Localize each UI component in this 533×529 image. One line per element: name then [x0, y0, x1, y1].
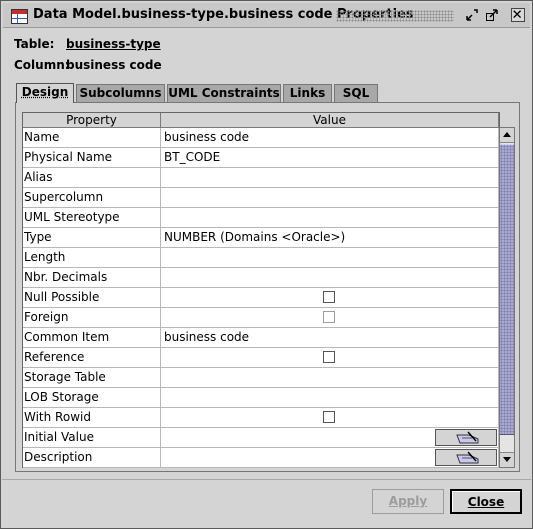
table-row[interactable]: Null Possible — [23, 288, 499, 308]
property-value-cell[interactable]: business code — [161, 328, 499, 348]
value-text: BT_CODE — [164, 150, 221, 164]
table-row[interactable]: Name business code — [23, 128, 499, 148]
property-value-cell[interactable]: BT_CODE — [161, 148, 499, 168]
property-name-cell: Storage Table — [23, 368, 161, 388]
table-label: Table: — [14, 37, 55, 51]
table-row[interactable]: Initial Value — [23, 428, 499, 448]
property-value-cell[interactable]: NUMBER (Domains <Oracle>) — [161, 228, 499, 248]
checkbox[interactable] — [323, 351, 335, 363]
table-row[interactable]: LOB Storage — [23, 388, 499, 408]
table-row[interactable]: Storage Table — [23, 368, 499, 388]
tab-uml-constraints[interactable]: UML Constraints — [167, 84, 281, 102]
value-text: business code — [164, 130, 250, 144]
value-text: NUMBER (Domains <Oracle>) — [164, 230, 346, 244]
checkbox — [323, 311, 335, 323]
table-row[interactable]: Supercolumn — [23, 188, 499, 208]
table-row[interactable]: Common Item business code — [23, 328, 499, 348]
tab-links[interactable]: Links — [283, 84, 332, 102]
table-body: Name business code Physical Name BT_CODE Ali… — [23, 128, 499, 468]
property-value-cell[interactable] — [161, 188, 499, 208]
minimize-icon[interactable] — [465, 8, 479, 22]
table-grid-icon — [11, 9, 28, 24]
column-header-property[interactable]: Property — [23, 113, 161, 128]
title-grip — [336, 10, 454, 22]
table-row[interactable]: UML Stereotype — [23, 208, 499, 228]
column-value: business code — [66, 58, 162, 72]
property-value-cell[interactable] — [161, 348, 499, 368]
property-value-cell[interactable] — [161, 388, 499, 408]
properties-table: Property Value Name business code Physical… — [22, 112, 500, 468]
property-name-cell: Alias — [23, 168, 161, 188]
property-name-cell: Description — [23, 448, 161, 468]
table-row[interactable]: With Rowid — [23, 408, 499, 428]
table-link[interactable]: business-type — [66, 37, 161, 51]
property-name-cell: Null Possible — [23, 288, 161, 308]
property-value-cell[interactable] — [161, 368, 499, 388]
property-name-cell: Length — [23, 248, 161, 268]
maximize-icon[interactable] — [485, 8, 499, 22]
property-value-cell[interactable] — [161, 288, 499, 308]
checkbox[interactable] — [323, 291, 335, 303]
property-value-cell[interactable] — [161, 208, 499, 228]
property-value-cell[interactable] — [161, 408, 499, 428]
edit-text-button[interactable] — [435, 449, 497, 466]
title-bar[interactable]: Data Model.business-type.business code P… — [3, 3, 530, 28]
property-name-cell: Physical Name — [23, 148, 161, 168]
close-icon[interactable] — [511, 8, 525, 22]
column-header-value[interactable]: Value — [161, 113, 499, 128]
property-name-cell: Reference — [23, 348, 161, 368]
property-value-cell[interactable] — [161, 308, 499, 328]
value-text: business code — [164, 330, 250, 344]
table-row[interactable]: Type NUMBER (Domains <Oracle>) — [23, 228, 499, 248]
scroll-down-button[interactable] — [500, 452, 514, 467]
property-value-cell[interactable] — [161, 168, 499, 188]
property-name-cell: Type — [23, 228, 161, 248]
apply-button[interactable]: Apply — [372, 489, 444, 514]
table-row[interactable]: Nbr. Decimals — [23, 268, 499, 288]
table-row[interactable]: Physical Name BT_CODE — [23, 148, 499, 168]
property-name-cell: With Rowid — [23, 408, 161, 428]
property-value-cell[interactable] — [161, 268, 499, 288]
property-value-cell[interactable] — [161, 248, 499, 268]
table-row[interactable]: Length — [23, 248, 499, 268]
table-header: Property Value — [23, 113, 499, 128]
properties-window: Data Model.business-type.business code P… — [0, 0, 533, 529]
tab-design[interactable]: Design — [16, 83, 74, 103]
property-name-cell: Common Item — [23, 328, 161, 348]
property-value-cell[interactable] — [161, 428, 499, 448]
tab-sql[interactable]: SQL — [334, 84, 378, 102]
table-row[interactable]: Description — [23, 448, 499, 468]
property-value-cell[interactable]: business code — [161, 128, 499, 148]
scroll-thumb[interactable] — [500, 144, 514, 435]
property-name-cell: LOB Storage — [23, 388, 161, 408]
table-row[interactable]: Reference — [23, 348, 499, 368]
property-name-cell: Foreign — [23, 308, 161, 328]
property-value-cell[interactable] — [161, 448, 499, 468]
hand-pen-icon — [456, 431, 479, 444]
table-row[interactable]: Foreign — [23, 308, 499, 328]
property-name-cell: UML Stereotype — [23, 208, 161, 228]
property-name-cell: Nbr. Decimals — [23, 268, 161, 288]
property-name-cell: Supercolumn — [23, 188, 161, 208]
property-name-cell: Initial Value — [23, 428, 161, 448]
vertical-scrollbar[interactable] — [499, 127, 515, 468]
tab-subcolumns[interactable]: Subcolumns — [76, 84, 165, 102]
property-name-cell: Name — [23, 128, 161, 148]
scroll-up-button[interactable] — [500, 128, 514, 143]
footer-separator — [2, 479, 531, 480]
close-button[interactable]: Close — [450, 489, 522, 514]
arrow-up-icon — [503, 132, 511, 137]
checkbox[interactable] — [323, 411, 335, 423]
table-row[interactable]: Alias — [23, 168, 499, 188]
arrow-down-icon — [503, 457, 511, 462]
hand-pen-icon — [456, 451, 479, 464]
edit-text-button[interactable] — [435, 429, 497, 446]
column-label: Column: — [14, 58, 70, 72]
